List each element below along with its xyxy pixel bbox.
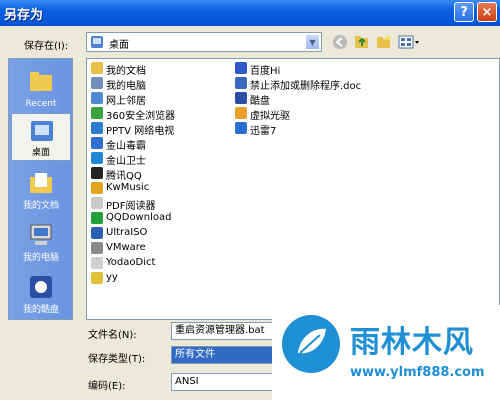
my-computer-icon: [30, 224, 52, 245]
download-icon: [91, 212, 103, 224]
dictionary-icon: [91, 257, 103, 269]
disc-icon: [91, 227, 103, 239]
places-bar: Recent 桌面 我的文档 我的电脑 我的酷盘: [8, 58, 73, 320]
encoding-select[interactable]: ANSI: [171, 373, 281, 391]
window-title: 另存为: [4, 8, 44, 23]
place-kupan[interactable]: 我的酷盘: [11, 269, 71, 317]
watermark-name: 雨林木风: [350, 325, 474, 360]
baidu-hi-icon: [235, 62, 247, 74]
shield-icon: [91, 137, 103, 149]
place-label: 我的文档: [22, 201, 59, 211]
kupan-icon: [235, 92, 247, 104]
shield-icon: [91, 152, 103, 164]
vm-icon: [91, 242, 103, 254]
virtual-drive-icon: [235, 107, 247, 119]
chevron-down-icon[interactable]: ▼: [305, 34, 320, 50]
yy-icon: [91, 272, 103, 284]
filetype-label: 保存类型(T):: [88, 354, 146, 365]
place-label: Recent: [25, 99, 57, 109]
back-icon[interactable]: [332, 34, 348, 53]
save-in-label: 保存在(I):: [24, 41, 69, 52]
place-label: 我的电脑: [22, 253, 59, 263]
music-icon: [91, 182, 103, 194]
place-label: 我的酷盘: [22, 305, 59, 315]
recent-folder-icon: [30, 72, 52, 91]
view-menu-icon[interactable]: [398, 34, 420, 53]
save-in-value: 桌面: [109, 40, 129, 51]
pdf-icon: [91, 197, 103, 209]
leaf-logo-icon: [282, 315, 340, 373]
filename-field[interactable]: 重启资源管理器.bat: [171, 322, 281, 340]
place-desktop[interactable]: 桌面: [11, 113, 71, 161]
browser-icon: [91, 107, 103, 119]
folder-icon: [91, 62, 103, 74]
help-button[interactable]: ?: [454, 2, 474, 22]
up-folder-icon[interactable]: [354, 34, 370, 53]
desktop-icon: [90, 35, 104, 49]
place-my-documents[interactable]: 我的文档: [11, 165, 71, 213]
filename-label: 文件名(N):: [88, 330, 137, 341]
network-icon: [91, 92, 103, 104]
nav-toolbar: [332, 34, 432, 52]
new-folder-icon[interactable]: [376, 34, 392, 53]
file-list[interactable]: 我的文档 我的电脑 网上邻居 360安全浏览器 PPTV 网络电视 金山毒霸 金…: [86, 58, 500, 320]
save-in-dropdown[interactable]: 桌面 ▼: [86, 32, 322, 52]
computer-icon: [91, 77, 103, 89]
close-button[interactable]: ×: [477, 2, 497, 22]
my-documents-icon: [30, 173, 52, 193]
thunder-icon: [235, 122, 247, 134]
filetype-select[interactable]: 所有文件: [171, 346, 281, 364]
watermark: 雨林木风 www.ylmf888.com: [272, 305, 500, 400]
encoding-label: 编码(E):: [88, 381, 126, 392]
word-doc-icon: [235, 77, 247, 89]
place-my-computer[interactable]: 我的电脑: [11, 217, 71, 265]
place-recent[interactable]: Recent: [11, 63, 71, 111]
place-label: 桌面: [31, 148, 50, 158]
kupan-icon: [30, 276, 52, 298]
tv-icon: [91, 122, 103, 134]
watermark-url: www.ylmf888.com: [350, 365, 485, 380]
qq-penguin-icon: [91, 167, 103, 179]
title-bar: 另存为 ? ×: [0, 0, 500, 26]
desktop-icon: [31, 121, 53, 141]
